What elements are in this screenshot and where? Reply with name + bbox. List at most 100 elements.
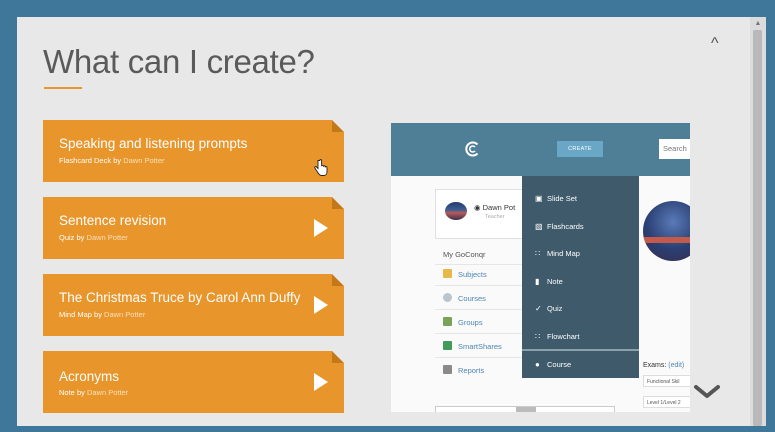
slides-icon: ▣	[535, 194, 543, 203]
nav-item-label: Courses	[458, 294, 486, 303]
nav-item-label: SmartShares	[458, 342, 502, 351]
top-frame-strip	[0, 0, 775, 8]
menu-item-slide-set: ▣ Slide Set	[535, 194, 577, 203]
nav-item-subjects: Subjects	[443, 269, 487, 279]
create-dropdown-menu: ▣ Slide Set ▧ Flashcards ∷ Mind Map ▮ Note ✓…	[522, 176, 639, 378]
flowchart-icon: ∷	[535, 332, 541, 341]
play-icon[interactable]	[314, 296, 328, 314]
chevron-up-icon[interactable]: ^	[711, 35, 719, 53]
card-by: by	[113, 156, 122, 165]
card-title: Acronyms	[59, 369, 120, 384]
profile-role: Teacher	[485, 214, 505, 220]
card-fold-corner	[332, 197, 344, 209]
search-input: Search	[659, 139, 690, 159]
card-christmas-truce[interactable]: The Christmas Truce by Carol Ann Duffy M…	[43, 274, 344, 336]
profile-name: ◉ Dawn Pot	[474, 203, 516, 212]
menu-item-note: ▮ Note	[535, 277, 563, 286]
card-by: by	[94, 310, 102, 319]
create-button: CREATE	[557, 141, 603, 157]
ad-banner	[435, 406, 615, 412]
card-subtitle: Note by Dawn Potter	[59, 388, 128, 397]
courses-icon	[443, 293, 452, 302]
card-author[interactable]: Dawn Potter	[123, 156, 164, 165]
nav-divider	[435, 333, 523, 334]
page-title: What can I create?	[43, 43, 315, 80]
nav-item-reports: Reports	[443, 365, 484, 375]
card-type: Quiz	[59, 233, 75, 242]
groups-icon	[443, 317, 452, 326]
card-title: The Christmas Truce by Carol Ann Duffy	[59, 290, 301, 305]
card-subtitle: Flashcard Deck by Dawn Potter	[59, 156, 165, 165]
screenshot-header	[391, 123, 690, 176]
flashcards-icon: ▧	[535, 222, 543, 231]
card-author[interactable]: Dawn Potter	[87, 233, 128, 242]
profile-name-text: Dawn Pot	[482, 203, 516, 212]
card-acronyms[interactable]: Acronyms Note by Dawn Potter	[43, 351, 344, 413]
exams-text: Exams:	[643, 362, 667, 369]
exam-cell: Level 1/Level 2	[643, 396, 690, 408]
menu-item-label: Course	[547, 360, 572, 369]
note-icon: ▮	[535, 277, 540, 286]
course-icon: ●	[535, 360, 540, 369]
ad-bar	[516, 407, 536, 412]
nav-divider	[435, 264, 523, 265]
scroll-up-arrow-icon[interactable]: ▲	[752, 19, 764, 29]
menu-item-label: Slide Set	[547, 194, 578, 203]
content-panel: What can I create? ^ Speaking and listen…	[17, 17, 750, 426]
smartshares-icon	[443, 341, 452, 350]
card-fold-corner	[332, 274, 344, 286]
nav-heading: My GoConqr	[443, 250, 486, 259]
menu-item-label: Quiz	[547, 304, 563, 313]
card-by: by	[76, 233, 85, 242]
profile-photo	[643, 201, 690, 261]
nav-divider	[435, 309, 523, 310]
menu-item-quiz: ✓ Quiz	[535, 304, 562, 313]
exam-cell: Functional Skil	[643, 375, 690, 387]
card-speaking-prompts[interactable]: Speaking and listening prompts Flashcard…	[43, 120, 344, 182]
card-type: Mind Map	[59, 310, 92, 319]
card-fold-corner	[332, 120, 344, 132]
scrollbar-thumb[interactable]	[753, 30, 762, 426]
menu-item-mind-map: ∷ Mind Map	[535, 249, 580, 258]
nav-item-label: Reports	[458, 366, 485, 375]
card-type: Flashcard Deck	[59, 156, 112, 165]
check-icon: ✓	[535, 304, 542, 313]
card-sentence-revision[interactable]: Sentence revision Quiz by Dawn Potter	[43, 197, 344, 259]
nav-item-smartshares: SmartShares	[443, 341, 502, 351]
nav-item-label: Groups	[458, 318, 483, 327]
card-subtitle: Mind Map by Dawn Potter	[59, 310, 145, 319]
card-author[interactable]: Dawn Potter	[87, 388, 128, 397]
title-underline	[44, 87, 82, 89]
play-icon[interactable]	[314, 373, 328, 391]
exams-edit-link: (edit)	[668, 362, 685, 369]
card-subtitle: Quiz by Dawn Potter	[59, 233, 128, 242]
card-by: by	[76, 388, 85, 397]
card-title: Sentence revision	[59, 213, 167, 228]
create-menu-screenshot: CREATE Search ◉ Dawn Pot Teacher My GoCo…	[391, 123, 690, 412]
menu-item-label: Flowchart	[547, 332, 580, 341]
card-type: Note	[59, 388, 75, 397]
card-fold-corner	[332, 351, 344, 363]
avatar	[445, 202, 467, 220]
play-icon[interactable]	[314, 219, 328, 237]
card-title: Speaking and listening prompts	[59, 136, 248, 151]
card-author[interactable]: Dawn Potter	[104, 310, 145, 319]
menu-item-course: ● Course	[535, 360, 571, 369]
exams-label: Exams: (edit)	[643, 362, 684, 369]
menu-item-label: Note	[547, 277, 563, 286]
nav-divider	[435, 285, 523, 286]
mindmap-icon: ∷	[535, 249, 541, 258]
folder-icon	[443, 269, 452, 278]
menu-item-label: Mind Map	[547, 249, 580, 258]
chevron-down-icon[interactable]	[693, 383, 721, 401]
menu-item-label: Flashcards	[547, 222, 584, 231]
menu-item-flashcards: ▧ Flashcards	[535, 222, 584, 231]
nav-divider	[435, 357, 523, 358]
nav-item-groups: Groups	[443, 317, 483, 327]
nav-item-label: Subjects	[458, 270, 487, 279]
menu-item-flowchart: ∷ Flowchart	[535, 332, 580, 341]
profile-photo-band	[643, 237, 690, 243]
menu-separator	[522, 349, 639, 351]
reports-icon	[443, 365, 452, 374]
goconqr-logo-icon	[465, 141, 479, 157]
